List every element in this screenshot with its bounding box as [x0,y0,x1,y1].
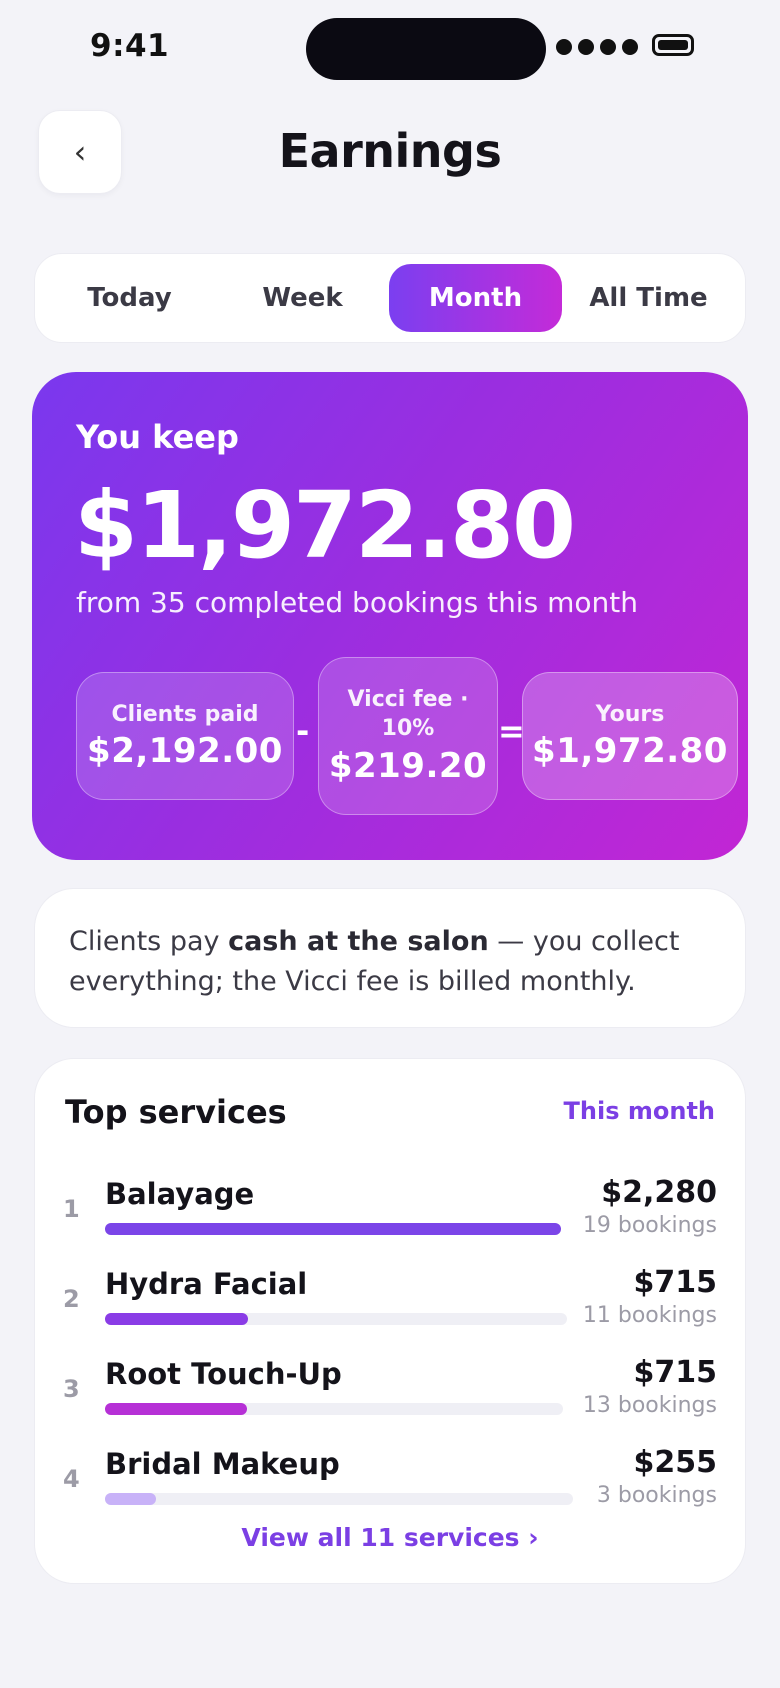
service-amount: $715 [633,1265,718,1300]
service-bar-fill [105,1493,157,1505]
tab-today[interactable]: Today [43,264,216,332]
top-services-title: Top services [65,1093,287,1131]
service-bookings: 11 bookings [582,1303,717,1328]
period-tabs: Today Week Month All Time [34,253,746,343]
service-rank: 4 [63,1465,80,1493]
info-text-bold: cash at the salon [228,926,489,957]
you-keep-label: You keep [76,418,239,456]
net-earnings-amount: $1,972.80 [74,472,576,579]
dynamic-island [306,18,546,80]
service-amount: $715 [633,1355,718,1390]
service-bar-track [105,1493,573,1505]
service-row[interactable]: 2 Hydra Facial $715 11 bookings [35,1265,747,1347]
service-bookings: 3 bookings [596,1483,717,1508]
tab-week[interactable]: Week [216,264,389,332]
service-name: Hydra Facial [105,1267,308,1301]
tab-month[interactable]: Month [389,264,562,332]
page-title: Earnings [278,124,502,178]
vicci-fee-label: Vicci fee · 10% [347,687,469,741]
bookings-subtitle: from 35 completed bookings this month [76,586,638,619]
service-bar-track [105,1403,563,1415]
status-time: 9:41 [90,28,170,64]
clients-paid-value: $2,192.00 [87,731,283,772]
tab-all-time[interactable]: All Time [562,264,735,332]
yours-pill: Yours $1,972.80 [522,672,738,800]
service-bar-fill [105,1403,247,1415]
clients-paid-pill: Clients paid $2,192.00 [76,672,294,800]
service-rank: 2 [63,1285,80,1313]
top-services-card: Top services This month 1 Balayage $2,28… [34,1058,746,1584]
service-row[interactable]: 3 Root Touch-Up $715 13 bookings [35,1355,747,1437]
signal-icon [556,39,638,55]
payment-info-card: Clients pay cash at the salon — you coll… [34,888,746,1028]
yours-value: $1,972.80 [532,731,728,772]
earnings-summary-card: You keep $1,972.80 from 35 completed boo… [32,372,748,860]
vicci-fee-value: $219.20 [328,745,488,786]
service-row[interactable]: 1 Balayage $2,280 19 bookings [35,1175,747,1257]
service-rank: 3 [63,1375,80,1403]
vicci-fee-pill: Vicci fee · 10% $219.20 [318,657,498,815]
service-name: Balayage [105,1177,255,1211]
info-text-before: Clients pay [69,926,229,957]
service-name: Bridal Makeup [105,1447,340,1481]
minus-sign: - [296,712,310,750]
period-label: This month [563,1097,715,1125]
equals-sign: = [498,712,525,750]
view-all-services-link[interactable]: View all 11 services › [35,1523,745,1552]
service-name: Root Touch-Up [105,1357,342,1391]
service-amount: $255 [633,1445,718,1480]
yours-label: Yours [595,701,665,727]
service-bar-track [105,1313,567,1325]
battery-icon [652,34,694,56]
service-bookings: 13 bookings [582,1393,717,1418]
service-bar-track [105,1223,561,1235]
earnings-screen: 9:41 ‹ Earnings Today Week Month All Tim… [0,0,780,1688]
service-row[interactable]: 4 Bridal Makeup $255 3 bookings [35,1445,747,1527]
service-rank: 1 [63,1195,80,1223]
service-amount: $2,280 [601,1175,717,1210]
clients-paid-label: Clients paid [111,701,259,727]
service-bar-fill [105,1313,249,1325]
service-bar-fill [105,1223,561,1235]
service-bookings: 19 bookings [582,1213,717,1238]
